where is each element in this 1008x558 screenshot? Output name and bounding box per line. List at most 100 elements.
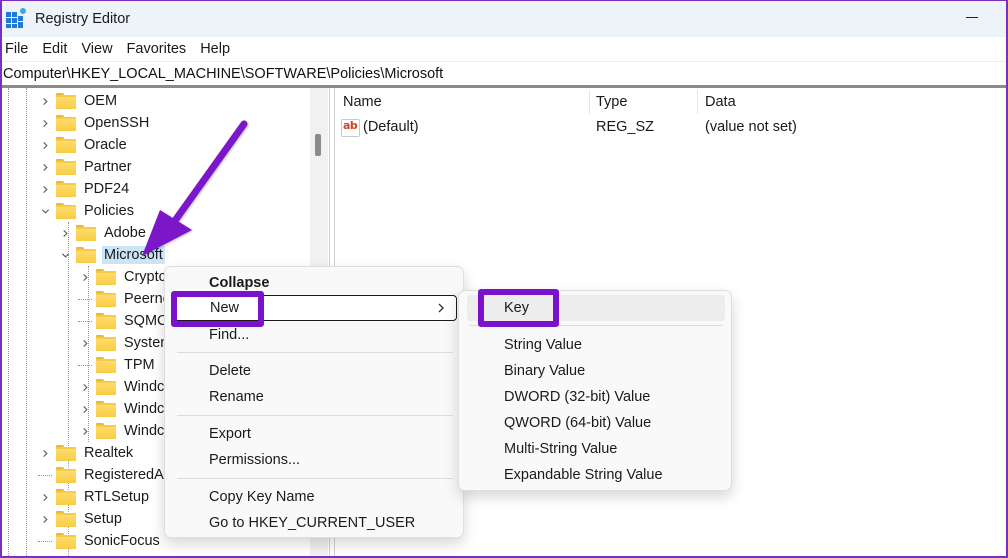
column-separator[interactable] (697, 90, 698, 114)
tree-item-label: Oracle (82, 136, 129, 154)
menu-edit[interactable]: Edit (37, 41, 76, 57)
tree-item[interactable]: Adobe (58, 222, 148, 244)
tree-item[interactable]: RTLSetup (38, 486, 151, 508)
column-header-data[interactable]: Data (705, 88, 736, 116)
tree-item-label: RegisteredA (82, 466, 166, 484)
folder-icon (56, 489, 76, 505)
tree-item-label: SonicFocus (82, 532, 162, 550)
menu-item-label: String Value (504, 337, 582, 353)
tree-item[interactable]: Realtek (38, 442, 135, 464)
chevron-right-icon[interactable] (38, 490, 52, 504)
tree-item[interactable]: Windc (78, 398, 166, 420)
folder-icon (56, 467, 76, 483)
tree-item[interactable]: SonicFocus (38, 530, 162, 552)
menu-item-label: Copy Key Name (209, 489, 315, 505)
menu-item-label: Rename (209, 389, 264, 405)
chevron-right-icon[interactable] (38, 446, 52, 460)
tree-item[interactable]: Windc (78, 376, 166, 398)
submenu-item-dword-value[interactable]: DWORD (32-bit) Value (467, 384, 725, 410)
chevron-right-icon[interactable] (78, 336, 92, 350)
chevron-right-icon[interactable] (78, 424, 92, 438)
menu-item-rename[interactable]: Rename (173, 384, 457, 410)
chevron-right-icon[interactable] (38, 138, 52, 152)
chevron-right-icon[interactable] (38, 182, 52, 196)
minimize-button[interactable] (963, 10, 981, 24)
menu-item-permissions[interactable]: Permissions... (173, 447, 457, 473)
tree-item[interactable]: Windc (78, 420, 166, 442)
tree-item[interactable]: PDF24 (38, 178, 131, 200)
window-title: Registry Editor (35, 11, 130, 27)
menu-bar: File Edit View Favorites Help (0, 37, 1008, 62)
chevron-right-icon[interactable] (58, 226, 72, 240)
tree-item[interactable]: OpenSSH (38, 112, 151, 134)
address-path[interactable]: Computer\HKEY_LOCAL_MACHINE\SOFTWARE\Pol… (0, 66, 443, 82)
menu-item-label: Key (504, 300, 529, 316)
folder-icon (56, 115, 76, 131)
chevron-down-icon[interactable] (38, 204, 52, 218)
value-row[interactable]: ab (Default) REG_SZ (value not set) (335, 116, 1008, 140)
tree-item[interactable]: Peerne (78, 288, 173, 310)
context-menu: Collapse New Find... Delete Rename Expor… (164, 266, 464, 538)
column-separator[interactable] (589, 90, 590, 114)
menu-item-label: Collapse (209, 275, 269, 291)
tree-item[interactable]: OEM (38, 90, 119, 112)
menu-item-label: Export (209, 426, 251, 442)
submenu-item-key[interactable]: Key (467, 295, 725, 321)
submenu-item-multi-string-value[interactable]: Multi-String Value (467, 436, 725, 462)
tree-item[interactable]: Policies (38, 200, 136, 222)
chevron-right-icon[interactable] (78, 270, 92, 284)
tree-item[interactable]: Microsoft (58, 244, 165, 266)
tree-connector (78, 321, 92, 322)
menu-item-new[interactable]: New (173, 295, 457, 321)
tree-item[interactable]: TPM (78, 354, 157, 376)
tree-item[interactable]: SQMC (78, 310, 170, 332)
tree-item[interactable]: Partner (38, 156, 134, 178)
tree-item[interactable]: Setup (38, 508, 124, 530)
value-data: (value not set) (705, 119, 797, 135)
tree-item-label: PDF24 (82, 180, 131, 198)
menu-item-collapse[interactable]: Collapse (173, 270, 457, 296)
chevron-down-icon[interactable] (58, 248, 72, 262)
menu-item-label: Delete (209, 363, 251, 379)
column-header-type[interactable]: Type (596, 88, 627, 116)
chevron-right-icon[interactable] (38, 116, 52, 130)
tree-scrollbar-thumb[interactable] (315, 134, 321, 156)
menu-favorites[interactable]: Favorites (122, 41, 196, 57)
menu-item-export[interactable]: Export (173, 421, 457, 447)
chevron-right-icon[interactable] (38, 512, 52, 526)
submenu-item-string-value[interactable]: String Value (467, 332, 725, 358)
submenu-item-expandable-string-value[interactable]: Expandable String Value (467, 462, 725, 488)
menu-item-delete[interactable]: Delete (173, 358, 457, 384)
menu-item-copy-key-name[interactable]: Copy Key Name (173, 484, 457, 510)
submenu-item-binary-value[interactable]: Binary Value (467, 358, 725, 384)
menu-item-label: Binary Value (504, 363, 585, 379)
column-header-name[interactable]: Name (343, 88, 382, 116)
menu-file[interactable]: File (0, 41, 37, 57)
menu-help[interactable]: Help (195, 41, 239, 57)
chevron-right-icon[interactable] (78, 402, 92, 416)
folder-icon (56, 181, 76, 197)
folder-icon (56, 159, 76, 175)
tree-item-label: Realtek (82, 444, 135, 462)
tree-connector (78, 299, 92, 300)
tree-item[interactable]: System (78, 332, 174, 354)
chevron-right-icon[interactable] (78, 380, 92, 394)
menu-item-find[interactable]: Find... (173, 322, 457, 348)
menu-item-label: New (210, 300, 239, 316)
tree-item[interactable]: Cryptc (78, 266, 168, 288)
menu-view[interactable]: View (76, 41, 121, 57)
menu-item-go-to-hkcu[interactable]: Go to HKEY_CURRENT_USER (173, 510, 457, 536)
tree-item-label: Policies (82, 202, 136, 220)
value-type: REG_SZ (596, 119, 654, 135)
chevron-right-icon[interactable] (38, 160, 52, 174)
menu-separator (469, 325, 723, 326)
menu-item-label: Permissions... (209, 452, 300, 468)
tree-item[interactable]: Oracle (38, 134, 129, 156)
address-bar[interactable]: Computer\HKEY_LOCAL_MACHINE\SOFTWARE\Pol… (0, 63, 1008, 88)
tree-item[interactable]: RegisteredA (38, 464, 166, 486)
folder-icon (56, 511, 76, 527)
folder-icon (76, 247, 96, 263)
chevron-right-icon[interactable] (38, 94, 52, 108)
folder-icon (96, 357, 116, 373)
submenu-item-qword-value[interactable]: QWORD (64-bit) Value (467, 410, 725, 436)
